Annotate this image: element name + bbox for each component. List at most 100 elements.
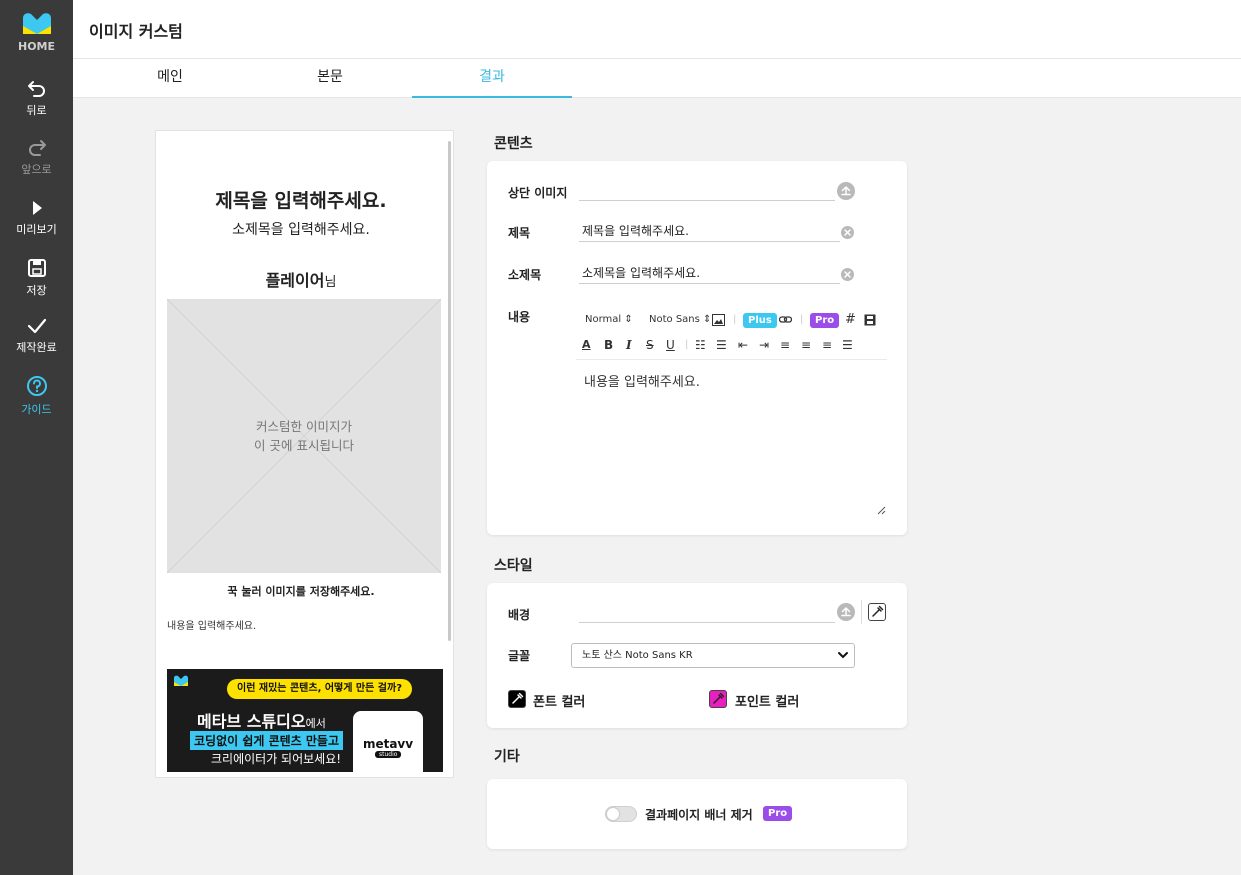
banner-line3: 크리에이터가 되어보세요! (211, 752, 342, 766)
text-color-button[interactable]: A (582, 335, 591, 355)
size-select[interactable]: Normal ⇕ (585, 310, 633, 330)
bullet-list-button[interactable]: ☰ (716, 335, 727, 355)
clear-subtitle-button[interactable] (841, 268, 854, 281)
close-icon (844, 271, 851, 278)
style-section-title: 스타일 (494, 558, 533, 574)
home-button[interactable]: HOME (0, 12, 73, 53)
banner-brand: 메타브 스튜디오 (197, 712, 306, 731)
background-color-button[interactable] (868, 603, 886, 621)
background-upload-button[interactable] (837, 603, 855, 621)
banner-remove-label: 결과페이지 배너 제거 (645, 808, 753, 822)
align-center-button[interactable]: ≡ (801, 335, 811, 355)
home-label: HOME (17, 40, 56, 53)
subtitle-label: 소제목 (508, 268, 542, 282)
align-left-button[interactable]: ≡ (780, 335, 790, 355)
font-color-button[interactable] (508, 690, 526, 708)
save-label: 저장 (26, 284, 47, 297)
point-color-button[interactable] (709, 690, 727, 708)
outdent-button[interactable]: ⇤ (738, 335, 748, 355)
forward-button[interactable]: 앞으로 (0, 139, 73, 177)
help-circle-icon (26, 376, 47, 396)
image-icon (712, 314, 725, 326)
point-color-label: 포인트 컬러 (735, 695, 800, 710)
complete-label: 제작완료 (16, 341, 57, 354)
preview-scrollbar[interactable] (448, 141, 451, 641)
resize-handle-icon[interactable] (876, 505, 886, 515)
background-input[interactable] (579, 603, 835, 623)
indent-button[interactable]: ⇥ (759, 335, 769, 355)
strike-icon: S (646, 338, 654, 352)
ordered-list-button[interactable]: ☷ (695, 335, 706, 355)
toolbar-divider: | (685, 339, 689, 350)
align-right-button[interactable]: ≡ (822, 335, 832, 355)
indent-icon: ⇥ (759, 338, 770, 352)
chevron-down-icon (838, 652, 848, 659)
check-icon (27, 318, 46, 334)
preview-button[interactable]: 미리보기 (0, 199, 73, 237)
complete-button[interactable]: 제작완료 (0, 317, 73, 355)
hashtag-button[interactable]: # (845, 310, 856, 330)
underline-button[interactable]: U (666, 335, 675, 355)
player-suffix: 님 (324, 275, 337, 290)
updown-icon: ⇕ (703, 314, 712, 325)
bold-button[interactable]: B (604, 335, 613, 355)
toolbar-divider: | (800, 314, 804, 325)
editor-divider (576, 359, 887, 360)
body-editor[interactable]: 내용을 입력해주세요. (584, 371, 700, 390)
metavv-banner[interactable]: 이런 재밌는 콘텐츠, 어떻게 만든 걸까? 메타브 스튜디오에서 코딩없이 쉽… (167, 669, 443, 772)
title-input[interactable]: 제목을 입력해주세요. (579, 222, 840, 242)
divider (861, 600, 862, 624)
upload-button[interactable] (837, 182, 855, 200)
banner-question: 이런 재밌는 콘텐츠, 어떻게 만든 걸까? (227, 679, 413, 699)
preview-player: 플레이어님 (156, 267, 446, 291)
guide-button[interactable]: 가이드 (0, 375, 73, 417)
subtitle-input[interactable]: 소제목을 입력해주세요. (579, 264, 840, 284)
top-image-input[interactable] (579, 181, 835, 201)
body-label: 내용 (508, 310, 531, 324)
video-button[interactable] (864, 310, 876, 330)
hashtag-icon: # (845, 312, 856, 327)
save-button[interactable]: 저장 (0, 258, 73, 298)
app-root: HOME 뒤로 앞으로 미리보기 저장 제작완료 가이드 이미지 커스텀 메인 … (0, 0, 1241, 875)
preview-title: 제목을 입력해주세요. (215, 190, 387, 212)
top-image-label: 상단 이미지 (508, 186, 568, 200)
outdent-icon: ⇤ (738, 338, 749, 352)
film-icon (864, 314, 876, 326)
banner-line1: 메타브 스튜디오에서 (197, 708, 326, 732)
content-section-title: 콘텐츠 (494, 136, 533, 152)
font-select[interactable]: Noto Sans ⇕ (649, 310, 711, 330)
tab-main[interactable]: 메인 (90, 59, 250, 98)
editor-toolbar-row2: A B I S U | ☷ ☰ ⇤ ⇥ ≡ ≡ ≡ ☰ (576, 335, 886, 355)
clear-title-button[interactable] (841, 226, 854, 239)
strike-button[interactable]: S (646, 335, 654, 355)
link-button[interactable] (778, 310, 793, 330)
italic-button[interactable]: I (626, 335, 632, 355)
align-center-icon: ≡ (801, 338, 812, 352)
updown-icon: ⇕ (624, 314, 633, 325)
title-label: 제목 (508, 226, 531, 240)
banner-line1-suffix: 에서 (305, 717, 326, 730)
font-family-select[interactable]: 노토 산스 Noto Sans KR (571, 643, 855, 668)
italic-icon: I (626, 338, 632, 352)
underline-icon: U (666, 338, 675, 352)
text-color-icon: A (582, 338, 591, 351)
page-title: 이미지 커스텀 (89, 22, 183, 41)
banner-line2: 코딩없이 쉽게 콘텐츠 만들고 (190, 731, 344, 750)
image-insert-button[interactable] (712, 310, 725, 330)
pro-badge: Pro (810, 313, 840, 328)
upload-icon (841, 186, 851, 196)
tab-result[interactable]: 결과 (412, 59, 572, 98)
tab-body[interactable]: 본문 (250, 59, 410, 98)
align-right-icon: ≡ (822, 338, 833, 352)
banner-remove-toggle[interactable] (605, 806, 637, 822)
image-placeholder-line2: 이 곳에 표시됩니다 (254, 438, 354, 453)
player-name: 플레이어 (265, 271, 325, 290)
image-placeholder-text: 커스텀한 이미지가 이 곳에 표시됩니다 (167, 417, 441, 455)
metavv-logo-icon (22, 13, 51, 35)
align-justify-icon: ☰ (842, 338, 853, 352)
font-select-value: Noto Sans (649, 314, 700, 325)
font-color-label: 폰트 컬러 (533, 695, 586, 710)
banner-logo-icon (174, 675, 188, 686)
back-button[interactable]: 뒤로 (0, 80, 73, 118)
align-justify-button[interactable]: ☰ (842, 335, 853, 355)
